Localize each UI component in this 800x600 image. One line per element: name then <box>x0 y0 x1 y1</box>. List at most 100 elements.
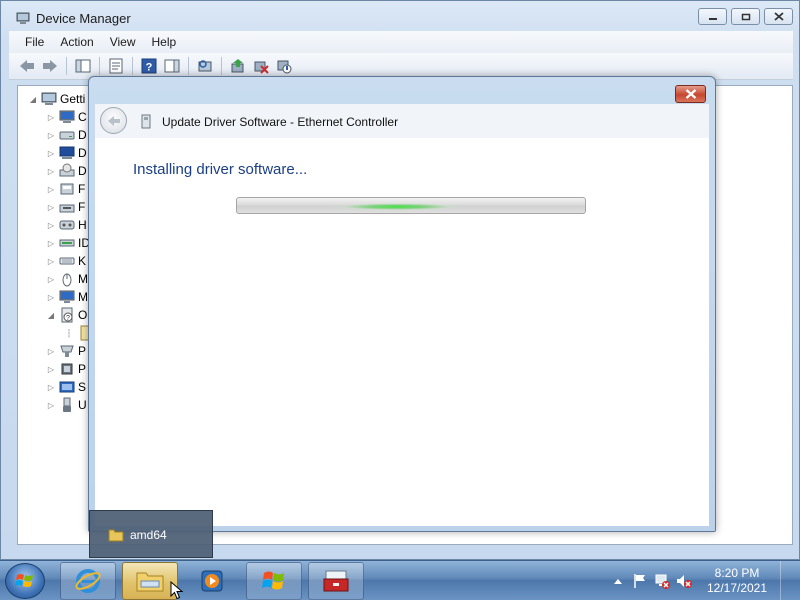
tree-item[interactable]: ▷ D <box>46 126 87 144</box>
tree-expand-toggle[interactable]: ▷ <box>46 131 56 140</box>
tree-collapse-toggle[interactable]: ◢ <box>28 95 38 104</box>
tree-expand-toggle[interactable]: ▷ <box>46 257 56 266</box>
svg-text:?: ? <box>146 62 153 74</box>
show-hidden-icons-button[interactable] <box>610 573 626 589</box>
tree-item[interactable]: ▷ P <box>46 360 86 378</box>
tree-expand-toggle[interactable]: ▷ <box>46 275 56 284</box>
close-icon <box>773 12 784 21</box>
help-button[interactable]: ? <box>139 56 159 76</box>
tree-item[interactable]: ▷ F <box>46 198 85 216</box>
menu-file[interactable]: File <box>9 31 52 53</box>
tree-item[interactable]: ▷ F <box>46 180 85 198</box>
computer-icon <box>59 110 75 123</box>
maximize-button[interactable] <box>731 8 760 25</box>
show-hide-console-tree-button[interactable] <box>73 56 93 76</box>
taskbar-internet-explorer[interactable] <box>60 562 116 600</box>
menu-action[interactable]: Action <box>52 31 101 53</box>
maximize-icon <box>741 13 750 20</box>
window-title: Device Manager <box>36 11 131 26</box>
forward-button[interactable] <box>40 56 60 76</box>
tree-item-label: M <box>78 272 88 286</box>
tree-expand-toggle[interactable]: ▷ <box>46 113 56 122</box>
tree-expand-toggle[interactable]: ▷ <box>46 167 56 176</box>
tree-expand-toggle[interactable]: ▷ <box>46 185 56 194</box>
tree-item[interactable]: ▷ H <box>46 216 87 234</box>
toolbox-icon <box>323 570 349 592</box>
tree-item-label: S <box>78 380 87 394</box>
tree-connector: ┆ <box>66 328 72 338</box>
taskbar-thumbnail-popup[interactable]: amd64 <box>89 510 213 558</box>
tree-item[interactable]: ▷ M <box>46 288 88 306</box>
windows-logo-icon <box>15 574 33 587</box>
tree-root-label: Getti <box>60 92 86 106</box>
dialog-title: Update Driver Software - Ethernet Contro… <box>162 115 399 129</box>
properties-button[interactable] <box>106 56 126 76</box>
tree-expand-toggle[interactable]: ◢ <box>46 311 56 320</box>
tree-item[interactable]: ▷ K <box>46 252 86 270</box>
uninstall-button[interactable] <box>251 56 271 76</box>
network-button[interactable] <box>654 573 670 589</box>
keyboard-icon <box>59 257 75 265</box>
start-button[interactable] <box>5 563 45 599</box>
tree-item[interactable]: ◢? O <box>46 306 87 324</box>
action-pane-button[interactable] <box>162 56 182 76</box>
tree-root[interactable]: ◢ Getti <box>28 90 85 108</box>
toolbar-separator <box>221 57 222 75</box>
back-arrow-icon <box>107 115 120 126</box>
clock[interactable]: 8:20 PM 12/17/2021 <box>704 566 770 596</box>
tree-expand-toggle[interactable]: ▷ <box>46 401 56 410</box>
tree-expand-toggle[interactable]: ▷ <box>46 221 56 230</box>
clock-time: 8:20 PM <box>714 566 760 580</box>
taskbar-windows-update[interactable] <box>246 562 302 600</box>
taskbar-media-player[interactable] <box>184 562 240 600</box>
device-manager-icon <box>16 12 30 24</box>
tree-expand-toggle[interactable]: ▷ <box>46 347 56 356</box>
tree-item[interactable]: ▷ ID <box>46 234 90 252</box>
volume-muted-icon <box>677 575 692 588</box>
tree-item[interactable]: ▷ U <box>46 396 87 414</box>
menu-view[interactable]: View <box>102 31 144 53</box>
close-icon <box>685 89 696 99</box>
tree-item-label: P <box>78 344 87 358</box>
tree-item[interactable]: ▷ P <box>46 342 86 360</box>
close-button[interactable] <box>764 8 793 25</box>
network-disconnected-icon <box>655 574 670 589</box>
menu-help[interactable]: Help <box>144 31 185 53</box>
title-bar[interactable]: Device Manager <box>1 1 799 33</box>
clock-date: 12/17/2021 <box>706 581 768 595</box>
tree-item-label: P <box>78 362 87 376</box>
tree-item-label: F <box>78 182 86 196</box>
menu-bar: File Action View Help <box>9 31 793 53</box>
tree-item[interactable]: ▷ M <box>46 270 88 288</box>
tree-item[interactable]: ▷ C <box>46 108 87 126</box>
tree-item-label: O <box>78 308 88 322</box>
tree-expand-toggle[interactable]: ▷ <box>46 149 56 158</box>
taskbar-toolbox[interactable] <box>308 562 364 600</box>
arrow-left-icon <box>20 60 34 72</box>
action-center-button[interactable] <box>632 573 648 589</box>
tree-item[interactable]: ▷ D <box>46 162 87 180</box>
tree-expand-toggle[interactable]: ▷ <box>46 383 56 392</box>
tree-item[interactable]: ▷ D <box>46 144 87 162</box>
update-driver-button[interactable] <box>228 56 248 76</box>
dialog-close-button[interactable] <box>675 85 706 103</box>
tree-expand-toggle[interactable]: ▷ <box>46 239 56 248</box>
volume-button[interactable] <box>676 573 692 589</box>
show-desktop-button[interactable] <box>780 561 794 600</box>
ide-controller-icon <box>59 239 75 247</box>
thumbnail-item-amd64[interactable]: amd64 <box>108 527 167 543</box>
disable-button[interactable] <box>274 56 294 76</box>
minimize-button[interactable] <box>698 8 727 25</box>
installing-status-text: Installing driver software... <box>133 161 308 178</box>
dialog-back-button[interactable] <box>100 107 127 134</box>
console-tree-icon <box>75 59 91 73</box>
tree-item-label: C <box>78 110 87 124</box>
windows-flag-icon <box>262 571 284 590</box>
back-button[interactable] <box>17 56 37 76</box>
tree-expand-toggle[interactable]: ▷ <box>46 365 56 374</box>
tree-expand-toggle[interactable]: ▷ <box>46 293 56 302</box>
tree-expand-toggle[interactable]: ▷ <box>46 203 56 212</box>
tree-item[interactable]: ▷ S <box>46 378 86 396</box>
scan-hardware-button[interactable] <box>195 56 215 76</box>
svg-text:?: ? <box>66 315 70 322</box>
